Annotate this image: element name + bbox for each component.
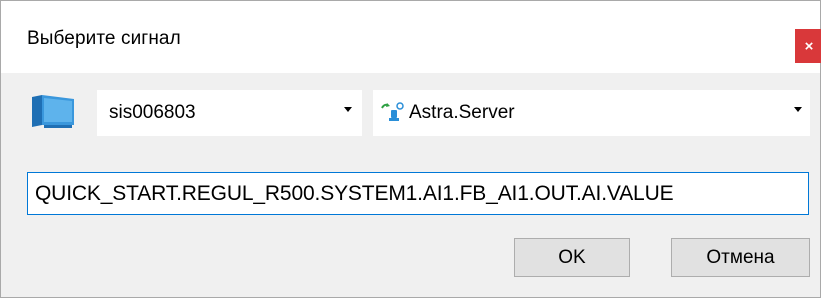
host-select-value: sis006803 xyxy=(109,102,196,123)
cancel-button[interactable]: Отмена xyxy=(671,238,810,277)
dialog-body: sis006803 Astra.Server QUICK_START.REGUL… xyxy=(1,73,820,297)
host-select[interactable]: sis006803 xyxy=(97,90,362,136)
chevron-down-icon xyxy=(344,107,352,112)
server-icon xyxy=(381,102,404,121)
signal-path-input[interactable]: QUICK_START.REGUL_R500.SYSTEM1.AI1.FB_AI… xyxy=(27,172,809,215)
computer-icon xyxy=(32,95,74,128)
dialog-title: Выберите сигнал xyxy=(27,28,181,49)
server-select-value: Astra.Server xyxy=(409,102,515,123)
dialog-titlebar: Выберите сигнал xyxy=(1,1,820,73)
ok-button[interactable]: OK xyxy=(514,238,630,277)
chevron-down-icon xyxy=(794,107,802,112)
close-icon: × xyxy=(804,37,814,55)
server-select[interactable]: Astra.Server xyxy=(373,90,810,136)
close-button[interactable]: × xyxy=(795,29,821,63)
select-signal-dialog: Выберите сигнал × sis006803 Astra.Server xyxy=(0,0,821,298)
